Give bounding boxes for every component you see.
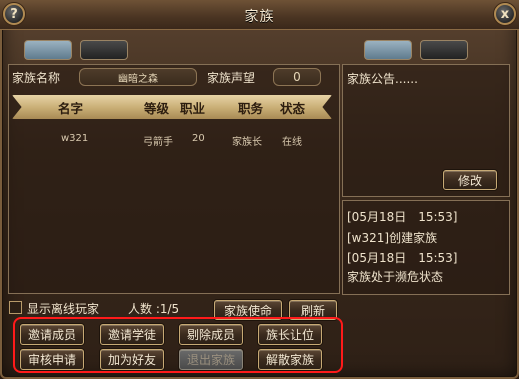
row-level: 20 xyxy=(192,133,205,144)
row-position: 家族长 xyxy=(232,137,262,148)
log-line: [05月18日 15:53] xyxy=(347,210,458,224)
log-line: [w321]创建家族 xyxy=(347,231,438,245)
close-button[interactable]: x xyxy=(494,3,516,25)
row-status: 在线 xyxy=(282,137,302,148)
col-profession[interactable]: 职业 xyxy=(180,98,205,117)
leave-clan-button[interactable]: 退出家族 xyxy=(179,349,243,370)
tab-members[interactable] xyxy=(24,40,72,60)
log-line: [05月18日 15:53] xyxy=(347,251,458,265)
review-applications-button[interactable]: 审核申请 xyxy=(20,349,84,370)
clan-name-label: 家族名称 xyxy=(12,71,61,85)
row-name: w321 xyxy=(61,133,89,144)
invite-apprentice-button[interactable]: 邀请学徒 xyxy=(100,324,164,345)
window-title: 家族 xyxy=(244,9,275,25)
add-friend-button[interactable]: 加为好友 xyxy=(100,349,164,370)
notice-title: 家族公告...... xyxy=(347,72,418,86)
col-status[interactable]: 状态 xyxy=(280,98,305,117)
reputation-field: 0 xyxy=(273,68,321,86)
show-offline-checkbox[interactable] xyxy=(9,301,22,314)
edit-notice-button[interactable]: 修改 xyxy=(443,170,497,190)
clan-name-field: 幽暗之森 xyxy=(79,68,197,86)
invite-member-button[interactable]: 邀请成员 xyxy=(20,324,84,345)
col-level[interactable]: 等级 xyxy=(144,98,169,117)
col-position[interactable]: 职务 xyxy=(238,98,263,117)
show-offline-label: 显示离线玩家 xyxy=(27,302,100,316)
tab-secondary[interactable] xyxy=(80,40,128,60)
disband-clan-button[interactable]: 解散家族 xyxy=(258,349,322,370)
row-profession: 弓箭手 xyxy=(143,137,173,148)
reputation-label: 家族声望 xyxy=(207,71,256,85)
tab-notice-secondary[interactable] xyxy=(420,40,468,60)
col-name[interactable]: 名字 xyxy=(58,98,83,117)
help-button[interactable]: ? xyxy=(3,3,25,25)
transfer-leader-button[interactable]: 族长让位 xyxy=(258,324,322,345)
population-count: 人数 :1/5 xyxy=(128,302,180,316)
tab-notice[interactable] xyxy=(364,40,412,60)
log-line: 家族处于濒危状态 xyxy=(347,270,444,284)
remove-member-button[interactable]: 剔除成员 xyxy=(179,324,243,345)
